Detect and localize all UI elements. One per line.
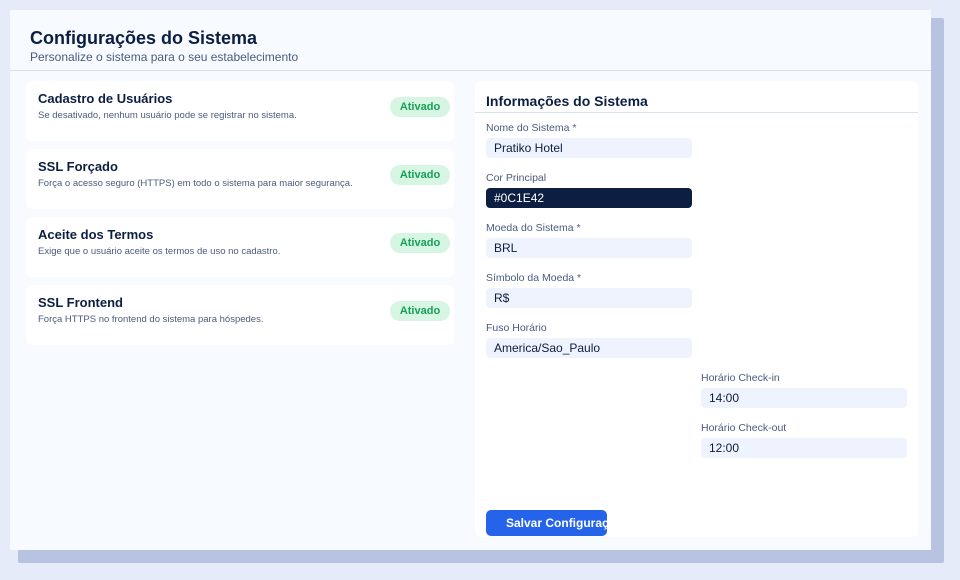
setting-title: SSL Frontend	[38, 295, 123, 310]
checkout-time-input[interactable]	[701, 438, 907, 458]
panel-title: Informações do Sistema	[486, 93, 648, 109]
currency-input[interactable]	[486, 238, 692, 258]
setting-description: Se desativado, nenhum usuário pode se re…	[38, 110, 297, 121]
currency-symbol-label: Símbolo da Moeda *	[486, 272, 582, 284]
system-name-input[interactable]	[486, 138, 692, 158]
setting-card-ssl-forced: SSL Forçado Força o acesso seguro (HTTPS…	[26, 149, 454, 209]
status-toggle-badge[interactable]: Ativado	[390, 301, 450, 321]
status-toggle-badge[interactable]: Ativado	[390, 97, 450, 117]
setting-card-user-registration: Cadastro de Usuários Se desativado, nenh…	[26, 81, 454, 141]
settings-window: Configurações do Sistema Personalize o s…	[10, 10, 931, 550]
panel-divider	[475, 112, 918, 113]
page-header: Configurações do Sistema Personalize o s…	[10, 10, 931, 71]
primary-color-input[interactable]	[486, 188, 692, 208]
system-name-label: Nome do Sistema *	[486, 122, 577, 134]
page-subtitle: Personalize o sistema para o seu estabel…	[30, 50, 299, 64]
timezone-input[interactable]	[486, 338, 692, 358]
page-title: Configurações do Sistema	[30, 28, 258, 48]
setting-description: Força o acesso seguro (HTTPS) em todo o …	[38, 178, 353, 189]
setting-title: SSL Forçado	[38, 159, 118, 174]
primary-color-label: Cor Principal	[486, 172, 547, 184]
setting-title: Aceite dos Termos	[38, 227, 154, 242]
setting-card-terms-acceptance: Aceite dos Termos Exige que o usuário ac…	[26, 217, 454, 277]
setting-card-ssl-frontend: SSL Frontend Força HTTPS no frontend do …	[26, 285, 454, 345]
currency-symbol-input[interactable]	[486, 288, 692, 308]
setting-description: Exige que o usuário aceite os termos de …	[38, 246, 281, 257]
status-toggle-badge[interactable]: Ativado	[390, 233, 450, 253]
currency-label: Moeda do Sistema *	[486, 222, 581, 234]
checkin-time-label: Horário Check-in	[701, 372, 780, 384]
save-settings-button[interactable]: Salvar Configurações	[486, 510, 607, 536]
setting-description: Força HTTPS no frontend do sistema para …	[38, 314, 264, 325]
timezone-label: Fuso Horário	[486, 322, 547, 334]
status-toggle-badge[interactable]: Ativado	[390, 165, 450, 185]
checkout-time-label: Horário Check-out	[701, 422, 787, 434]
system-info-panel: Informações do Sistema Nome do Sistema *…	[475, 81, 918, 537]
setting-title: Cadastro de Usuários	[38, 91, 173, 106]
checkin-time-input[interactable]	[701, 388, 907, 408]
